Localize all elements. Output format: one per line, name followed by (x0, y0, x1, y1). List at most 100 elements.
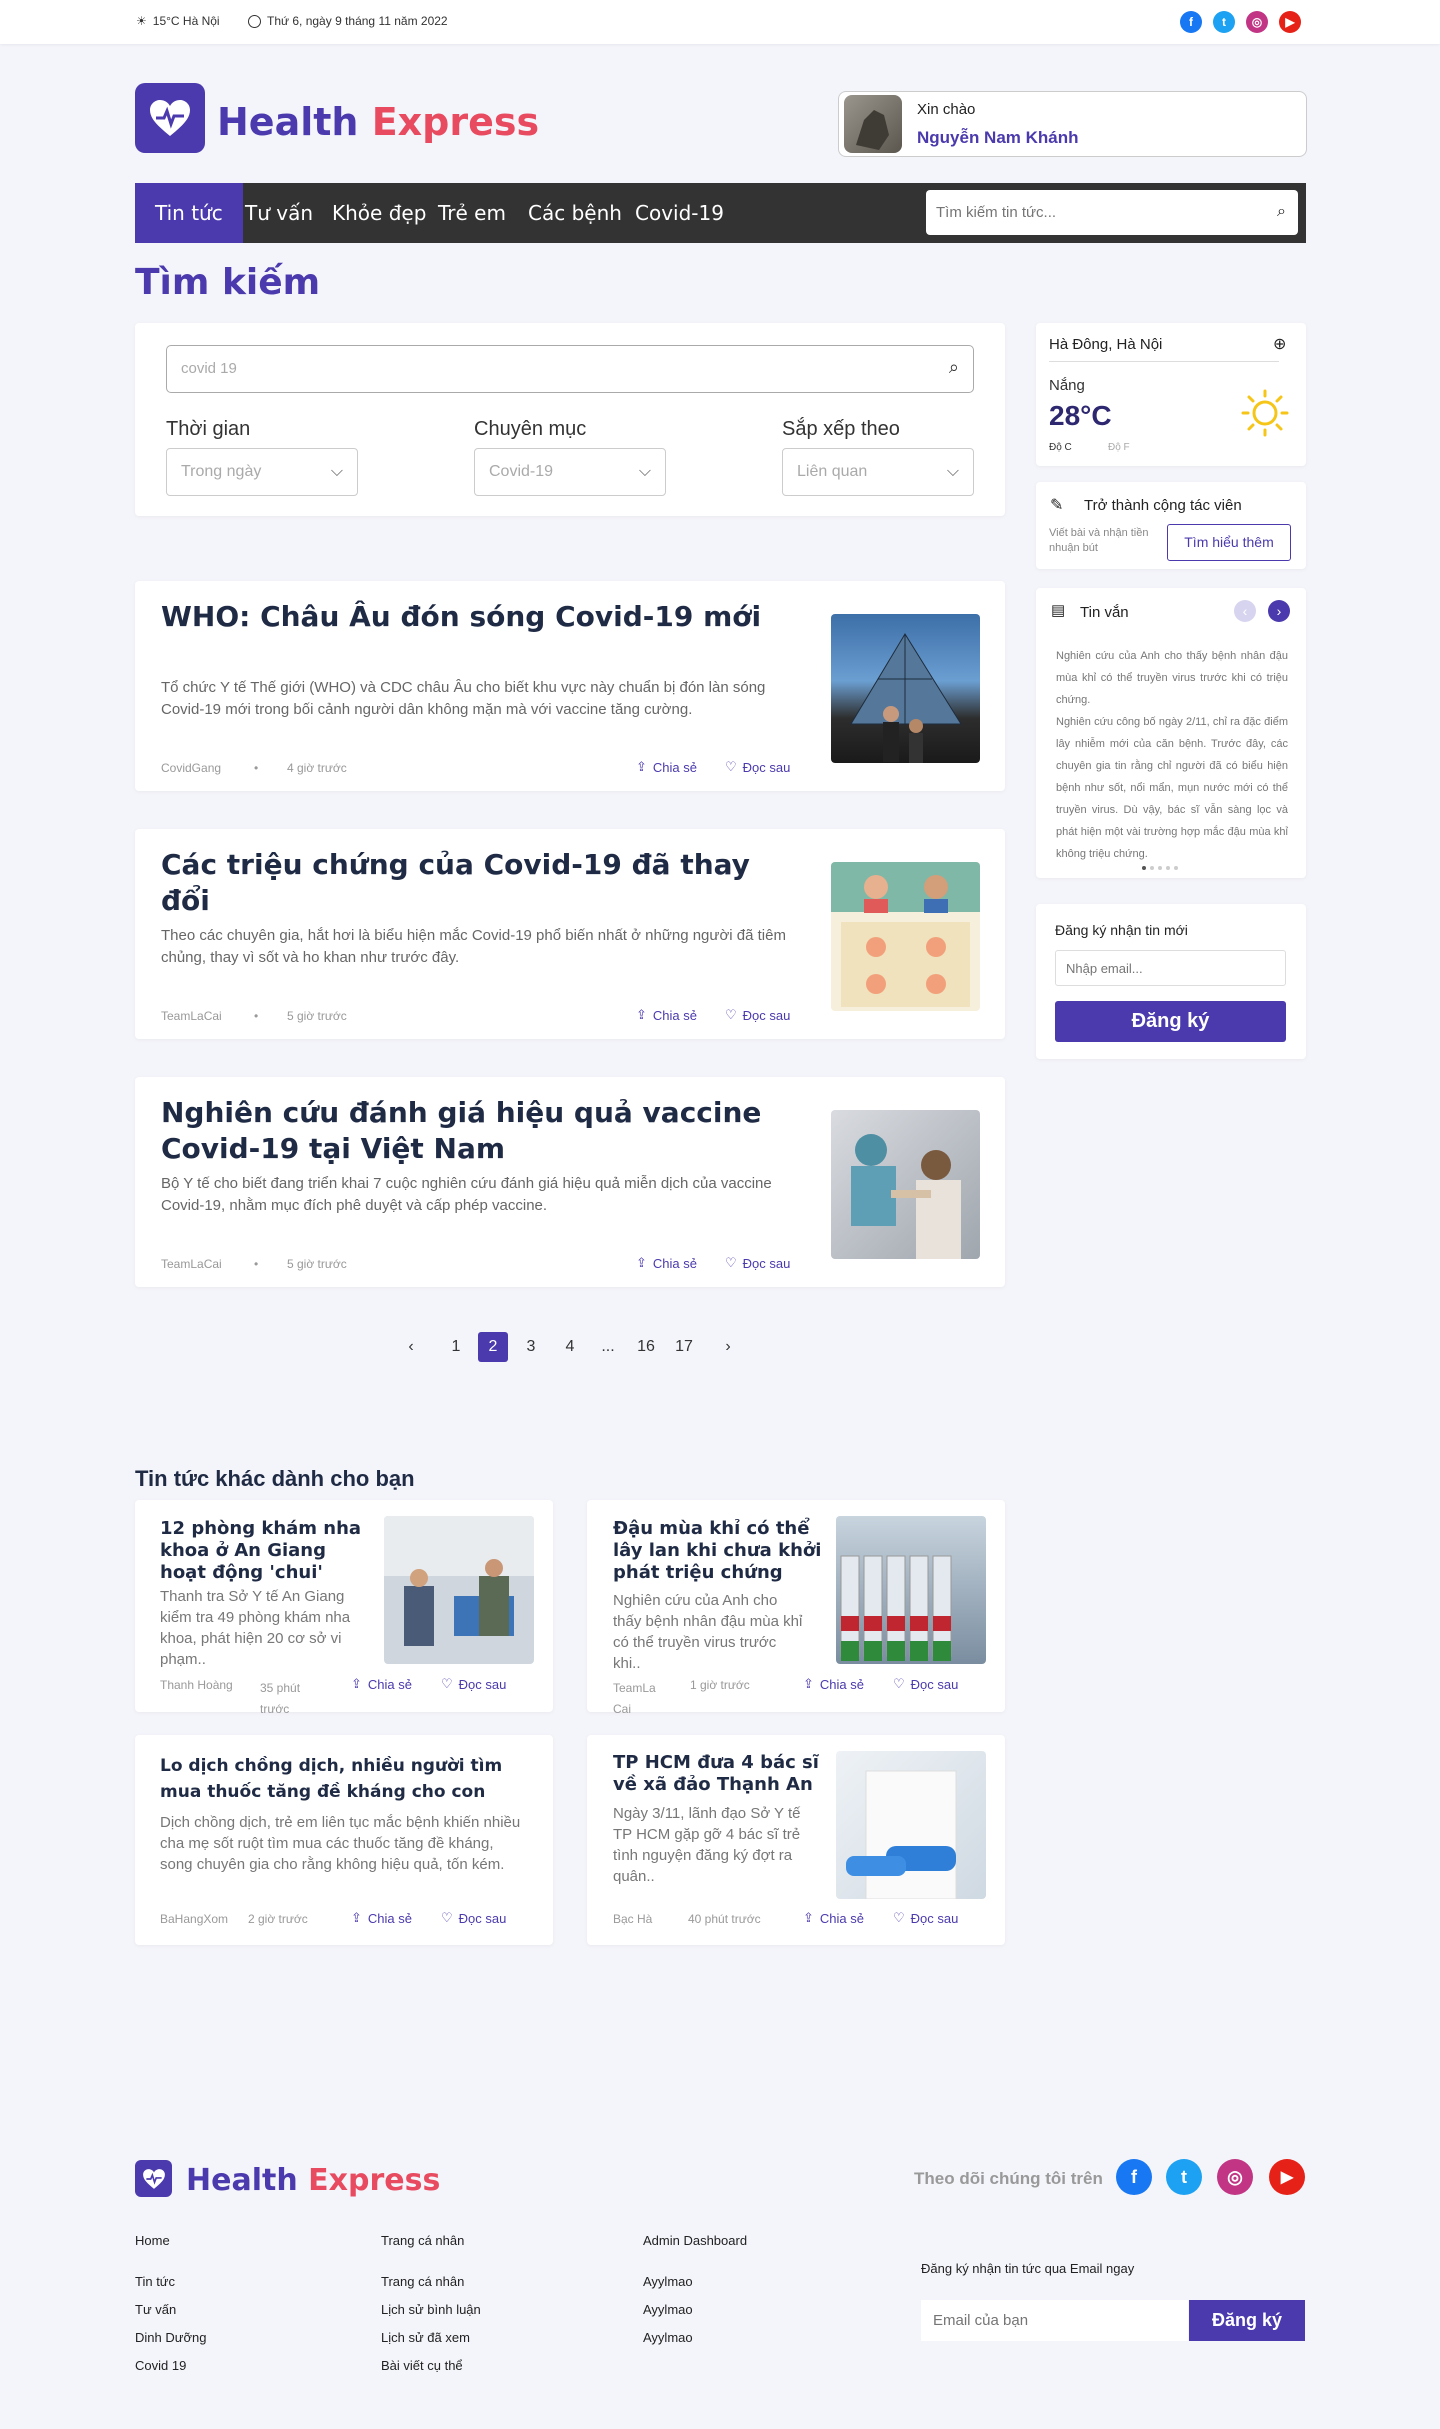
youtube-icon[interactable]: ▶ (1279, 11, 1301, 33)
read-later-button[interactable]: ♡ Đọc sau (725, 1007, 790, 1023)
weather-text: 15°C Hà Nội (152, 14, 220, 28)
pagination-page-current[interactable]: 2 (478, 1332, 508, 1362)
result-author[interactable]: TeamLaCai (161, 1009, 222, 1023)
twitter-icon[interactable]: t (1166, 2159, 1202, 2195)
result-title[interactable]: Nghiên cứu đánh giá hiệu quả vaccine Cov… (161, 1095, 821, 1167)
locate-icon[interactable]: ⊕ (1273, 334, 1286, 354)
read-later-button[interactable]: ♡ Đọc sau (441, 1910, 506, 1926)
youtube-icon[interactable]: ▶ (1269, 2159, 1305, 2195)
pagination-page[interactable]: 3 (516, 1332, 546, 1362)
recommend-author[interactable]: Thanh Hoàng (160, 1678, 233, 1692)
search-input[interactable]: covid 19 (181, 360, 237, 377)
result-image[interactable] (831, 614, 980, 763)
footer-link[interactable]: Lịch sử đã xem (381, 2330, 470, 2345)
share-button[interactable]: ⇪ Chia sẻ (803, 1910, 864, 1926)
share-button[interactable]: ⇪ Chia sẻ (351, 1910, 412, 1926)
pagination-page[interactable]: 4 (555, 1332, 585, 1362)
pagination-prev[interactable]: ‹ (396, 1332, 426, 1362)
nav-item-tre-em[interactable]: Trẻ em (438, 183, 506, 243)
filter-time-select[interactable]: Trong ngày ⌵ (166, 448, 358, 496)
footer-link[interactable]: Dinh Dưỡng (135, 2330, 206, 2345)
pagination-page[interactable]: 16 (631, 1332, 661, 1362)
logo-text[interactable]: Health Express (217, 100, 539, 144)
user-name[interactable]: Nguyễn Nam Khánh (917, 128, 1079, 148)
pagination-page[interactable]: 17 (669, 1332, 699, 1362)
read-later-button[interactable]: ♡ Đọc sau (893, 1676, 958, 1692)
newsletter-email-input[interactable] (1055, 950, 1286, 986)
subscribe-button[interactable]: Đăng ký (1055, 1001, 1286, 1042)
pagination-next[interactable]: › (713, 1332, 743, 1362)
pagination-page[interactable]: 1 (441, 1332, 471, 1362)
filter-time-value: Trong ngày (181, 463, 262, 480)
unit-fahrenheit[interactable]: Độ F (1108, 442, 1130, 453)
read-later-button[interactable]: ♡ Đọc sau (893, 1910, 958, 1926)
avatar[interactable] (844, 95, 902, 153)
filter-category-value: Covid-19 (489, 463, 554, 480)
recommend-author[interactable]: TeamLa Cai (613, 1678, 661, 1720)
search-box[interactable]: covid 19 ⌕ (166, 345, 974, 393)
footer-subscribe-button[interactable]: Đăng ký (1189, 2300, 1305, 2341)
recommend-image[interactable] (836, 1751, 986, 1899)
result-image[interactable] (831, 862, 980, 1011)
recommend-author[interactable]: BaHangXom (160, 1912, 228, 1926)
logo-icon[interactable] (135, 83, 205, 153)
recommend-title[interactable]: 12 phòng khám nha khoa ở An Giang hoạt đ… (160, 1518, 370, 1584)
footer-link[interactable]: Bài viết cụ thể (381, 2358, 463, 2373)
footer-link-home[interactable]: Home (135, 2233, 170, 2248)
footer-link[interactable]: Ayylmao (643, 2302, 693, 2317)
twitter-icon[interactable]: t (1213, 11, 1235, 33)
nav-item-covid[interactable]: Covid-19 (635, 183, 724, 243)
recommend-time: 35 phút trước (260, 1681, 301, 1716)
footer-link[interactable]: Admin Dashboard (643, 2233, 747, 2248)
share-button[interactable]: ⇪ Chia sẻ (636, 1255, 697, 1271)
learn-more-button[interactable]: Tìm hiểu thêm (1167, 524, 1291, 561)
footer-link[interactable]: Trang cá nhân (381, 2233, 464, 2248)
read-later-button[interactable]: ♡ Đọc sau (441, 1676, 506, 1692)
share-button[interactable]: ⇪ Chia sẻ (636, 759, 697, 775)
footer-link[interactable]: Tin tức (135, 2274, 175, 2289)
instagram-icon[interactable]: ◎ (1246, 11, 1268, 33)
recommend-title[interactable]: Lo dịch chồng dịch, nhiều người tìm mua … (160, 1753, 530, 1805)
unit-celsius[interactable]: Độ C (1049, 442, 1072, 453)
footer-email-input[interactable] (921, 2300, 1188, 2341)
share-button[interactable]: ⇪ Chia sẻ (351, 1676, 412, 1692)
facebook-icon[interactable]: f (1116, 2159, 1152, 2195)
footer-link[interactable]: Ayylmao (643, 2274, 693, 2289)
result-image[interactable] (831, 1110, 980, 1259)
footer-link[interactable]: Covid 19 (135, 2358, 186, 2373)
footer-link[interactable]: Trang cá nhân (381, 2274, 464, 2289)
footer-link[interactable]: Tư vấn (135, 2302, 176, 2317)
read-later-button[interactable]: ♡ Đọc sau (725, 759, 790, 775)
share-button[interactable]: ⇪ Chia sẻ (803, 1676, 864, 1692)
nav-item-cac-benh[interactable]: Các bệnh (528, 183, 622, 243)
prev-arrow-icon[interactable]: ‹ (1234, 600, 1256, 622)
nav-item-khoe-dep[interactable]: Khỏe đẹp (332, 183, 426, 243)
share-button[interactable]: ⇪ Chia sẻ (636, 1007, 697, 1023)
filter-label-time: Thời gian (166, 418, 251, 440)
recommend-image[interactable] (384, 1516, 534, 1664)
share-icon: ⇪ (636, 1007, 647, 1022)
result-author[interactable]: TeamLaCai (161, 1257, 222, 1271)
footer-link[interactable]: Ayylmao (643, 2330, 693, 2345)
recommend-image[interactable] (836, 1516, 986, 1664)
recommend-title[interactable]: TP HCM đưa 4 bác sĩ về xã đảo Thạnh An (613, 1752, 823, 1796)
read-later-button[interactable]: ♡ Đọc sau (725, 1255, 790, 1271)
footer-logo-icon[interactable] (135, 2160, 172, 2197)
recommend-title[interactable]: Đậu mùa khỉ có thể lây lan khi chưa khởi… (613, 1518, 823, 1584)
filter-sort-select[interactable]: Liên quan ⌵ (782, 448, 974, 496)
footer-logo-text[interactable]: Health Express (186, 2163, 440, 2198)
nav-item-tin-tuc[interactable]: Tin tức (135, 183, 243, 243)
next-arrow-icon[interactable]: › (1268, 600, 1290, 622)
search-icon[interactable]: ⌕ (949, 357, 959, 378)
nav-search-input[interactable] (926, 190, 1246, 235)
instagram-icon[interactable]: ◎ (1217, 2159, 1253, 2195)
result-title[interactable]: WHO: Châu Âu đón sóng Covid-19 mới (161, 599, 801, 635)
nav-item-tu-van[interactable]: Tư vấn (245, 183, 313, 243)
result-author[interactable]: CovidGang (161, 761, 221, 775)
filter-category-select[interactable]: Covid-19 ⌵ (474, 448, 666, 496)
search-icon[interactable]: ⌕ (1277, 203, 1286, 221)
facebook-icon[interactable]: f (1180, 11, 1202, 33)
footer-link[interactable]: Lịch sử bình luận (381, 2302, 481, 2317)
recommend-author[interactable]: Bạc Hà (613, 1912, 652, 1926)
result-title[interactable]: Các triệu chứng của Covid-19 đã thay đổi (161, 847, 801, 919)
